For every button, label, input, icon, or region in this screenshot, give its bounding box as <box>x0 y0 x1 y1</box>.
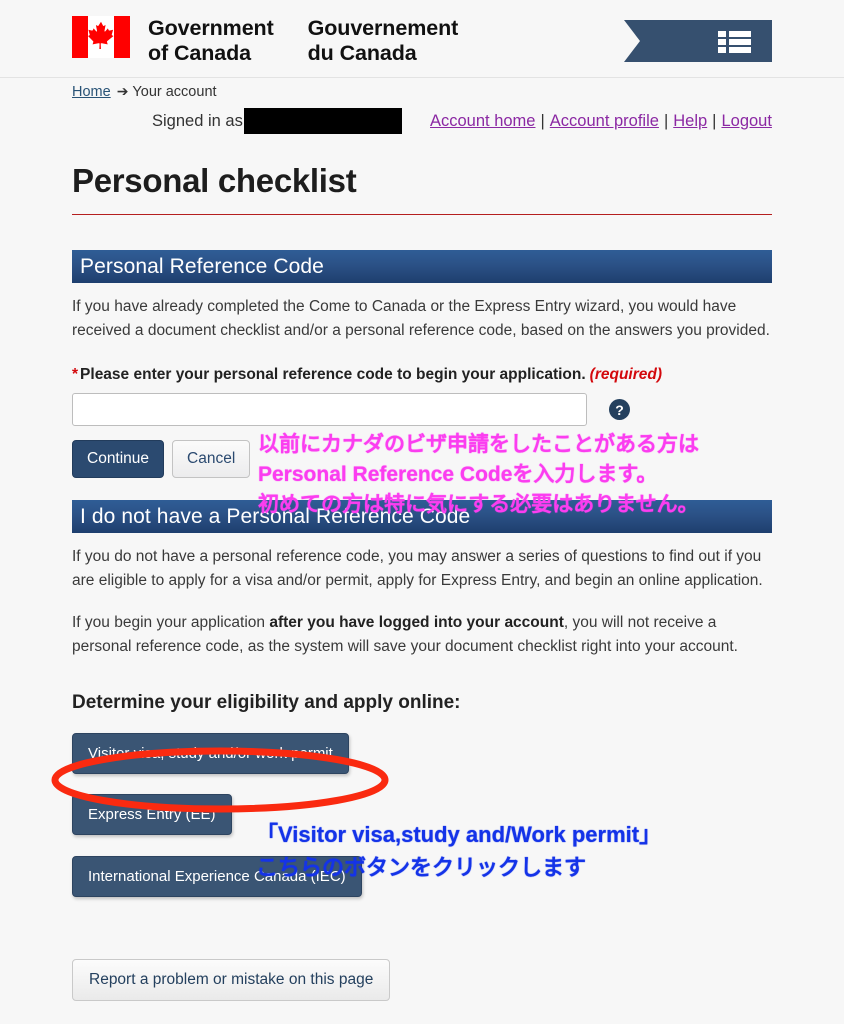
paragraph-2-bold: after you have logged into your account <box>269 613 564 631</box>
paragraph-2-pre: If you begin your application <box>72 613 270 631</box>
form-buttons: Continue Cancel <box>72 440 772 478</box>
canada-flag-icon <box>72 16 130 58</box>
report-problem-button[interactable]: Report a problem or mistake on this page <box>72 958 391 1001</box>
reference-code-input[interactable] <box>72 393 587 426</box>
global-header: Government of Canada Gouvernement du Can… <box>0 0 844 78</box>
help-link[interactable]: Help <box>673 112 707 130</box>
no-reference-code-paragraph-1: If you do not have a personal reference … <box>72 547 763 589</box>
international-experience-canada-button[interactable]: International Experience Canada (IEC) <box>72 855 362 897</box>
personal-reference-code-paragraph: If you have already completed the Come t… <box>72 298 770 339</box>
gc-brand: Government of Canada Gouvernement du Can… <box>72 16 458 66</box>
account-profile-link[interactable]: Account profile <box>550 112 659 130</box>
page-root: Government of Canada Gouvernement du Can… <box>0 0 844 1024</box>
required-asterisk: * <box>72 366 79 383</box>
gc-wordmark: Government of Canada Gouvernement du Can… <box>148 16 458 66</box>
list-menu-icon <box>718 31 751 53</box>
no-reference-code-paragraph-2: If you begin your application after you … <box>72 611 772 659</box>
link-separator-1: | <box>540 112 545 130</box>
visitor-visa-study-work-permit-button[interactable]: Visitor visa, study and/or work permit <box>72 732 349 774</box>
page-title: Personal checklist <box>72 152 772 215</box>
required-note: (required) <box>589 366 663 383</box>
reference-code-field-row: ? <box>72 393 772 426</box>
account-home-link[interactable]: Account home <box>430 112 535 130</box>
wordmark-french: Gouvernement du Canada <box>307 16 459 65</box>
cancel-button[interactable]: Cancel <box>172 440 251 478</box>
breadcrumb-home-link[interactable]: Home <box>72 84 111 100</box>
question-mark-icon[interactable]: ? <box>609 399 630 420</box>
main-content: Personal checklist Personal Reference Co… <box>0 152 844 1001</box>
username-redaction <box>244 108 402 134</box>
maple-leaf-icon <box>86 19 116 55</box>
eligibility-button-list: Visitor visa, study and/or work permit E… <box>72 732 772 897</box>
logout-link[interactable]: Logout <box>721 112 771 130</box>
wordmark-english: Government of Canada <box>148 16 274 65</box>
breadcrumb-arrow-icon: ➔ <box>116 83 129 99</box>
section-heading-no-reference-code: I do not have a Personal Reference Code <box>72 499 772 533</box>
account-links: Account home | Account profile | Help | Logout <box>430 112 772 131</box>
express-entry-button[interactable]: Express Entry (EE) <box>72 793 232 835</box>
eligibility-heading: Determine your eligibility and apply onl… <box>72 691 461 713</box>
breadcrumb-current: Your account <box>132 84 217 100</box>
breadcrumb: Home ➔ Your account <box>72 83 217 100</box>
reference-code-field-label: * Please enter your personal reference co… <box>72 366 772 384</box>
link-separator-2: | <box>663 112 669 130</box>
link-separator-3: | <box>712 112 717 130</box>
section-heading-personal-reference-code: Personal Reference Code <box>72 250 772 283</box>
menu-button[interactable] <box>624 20 772 62</box>
signed-in-as-label: Signed in as <box>152 112 243 130</box>
continue-button[interactable]: Continue <box>72 440 165 478</box>
reference-code-label-text: Please enter your personal reference cod… <box>80 366 586 383</box>
